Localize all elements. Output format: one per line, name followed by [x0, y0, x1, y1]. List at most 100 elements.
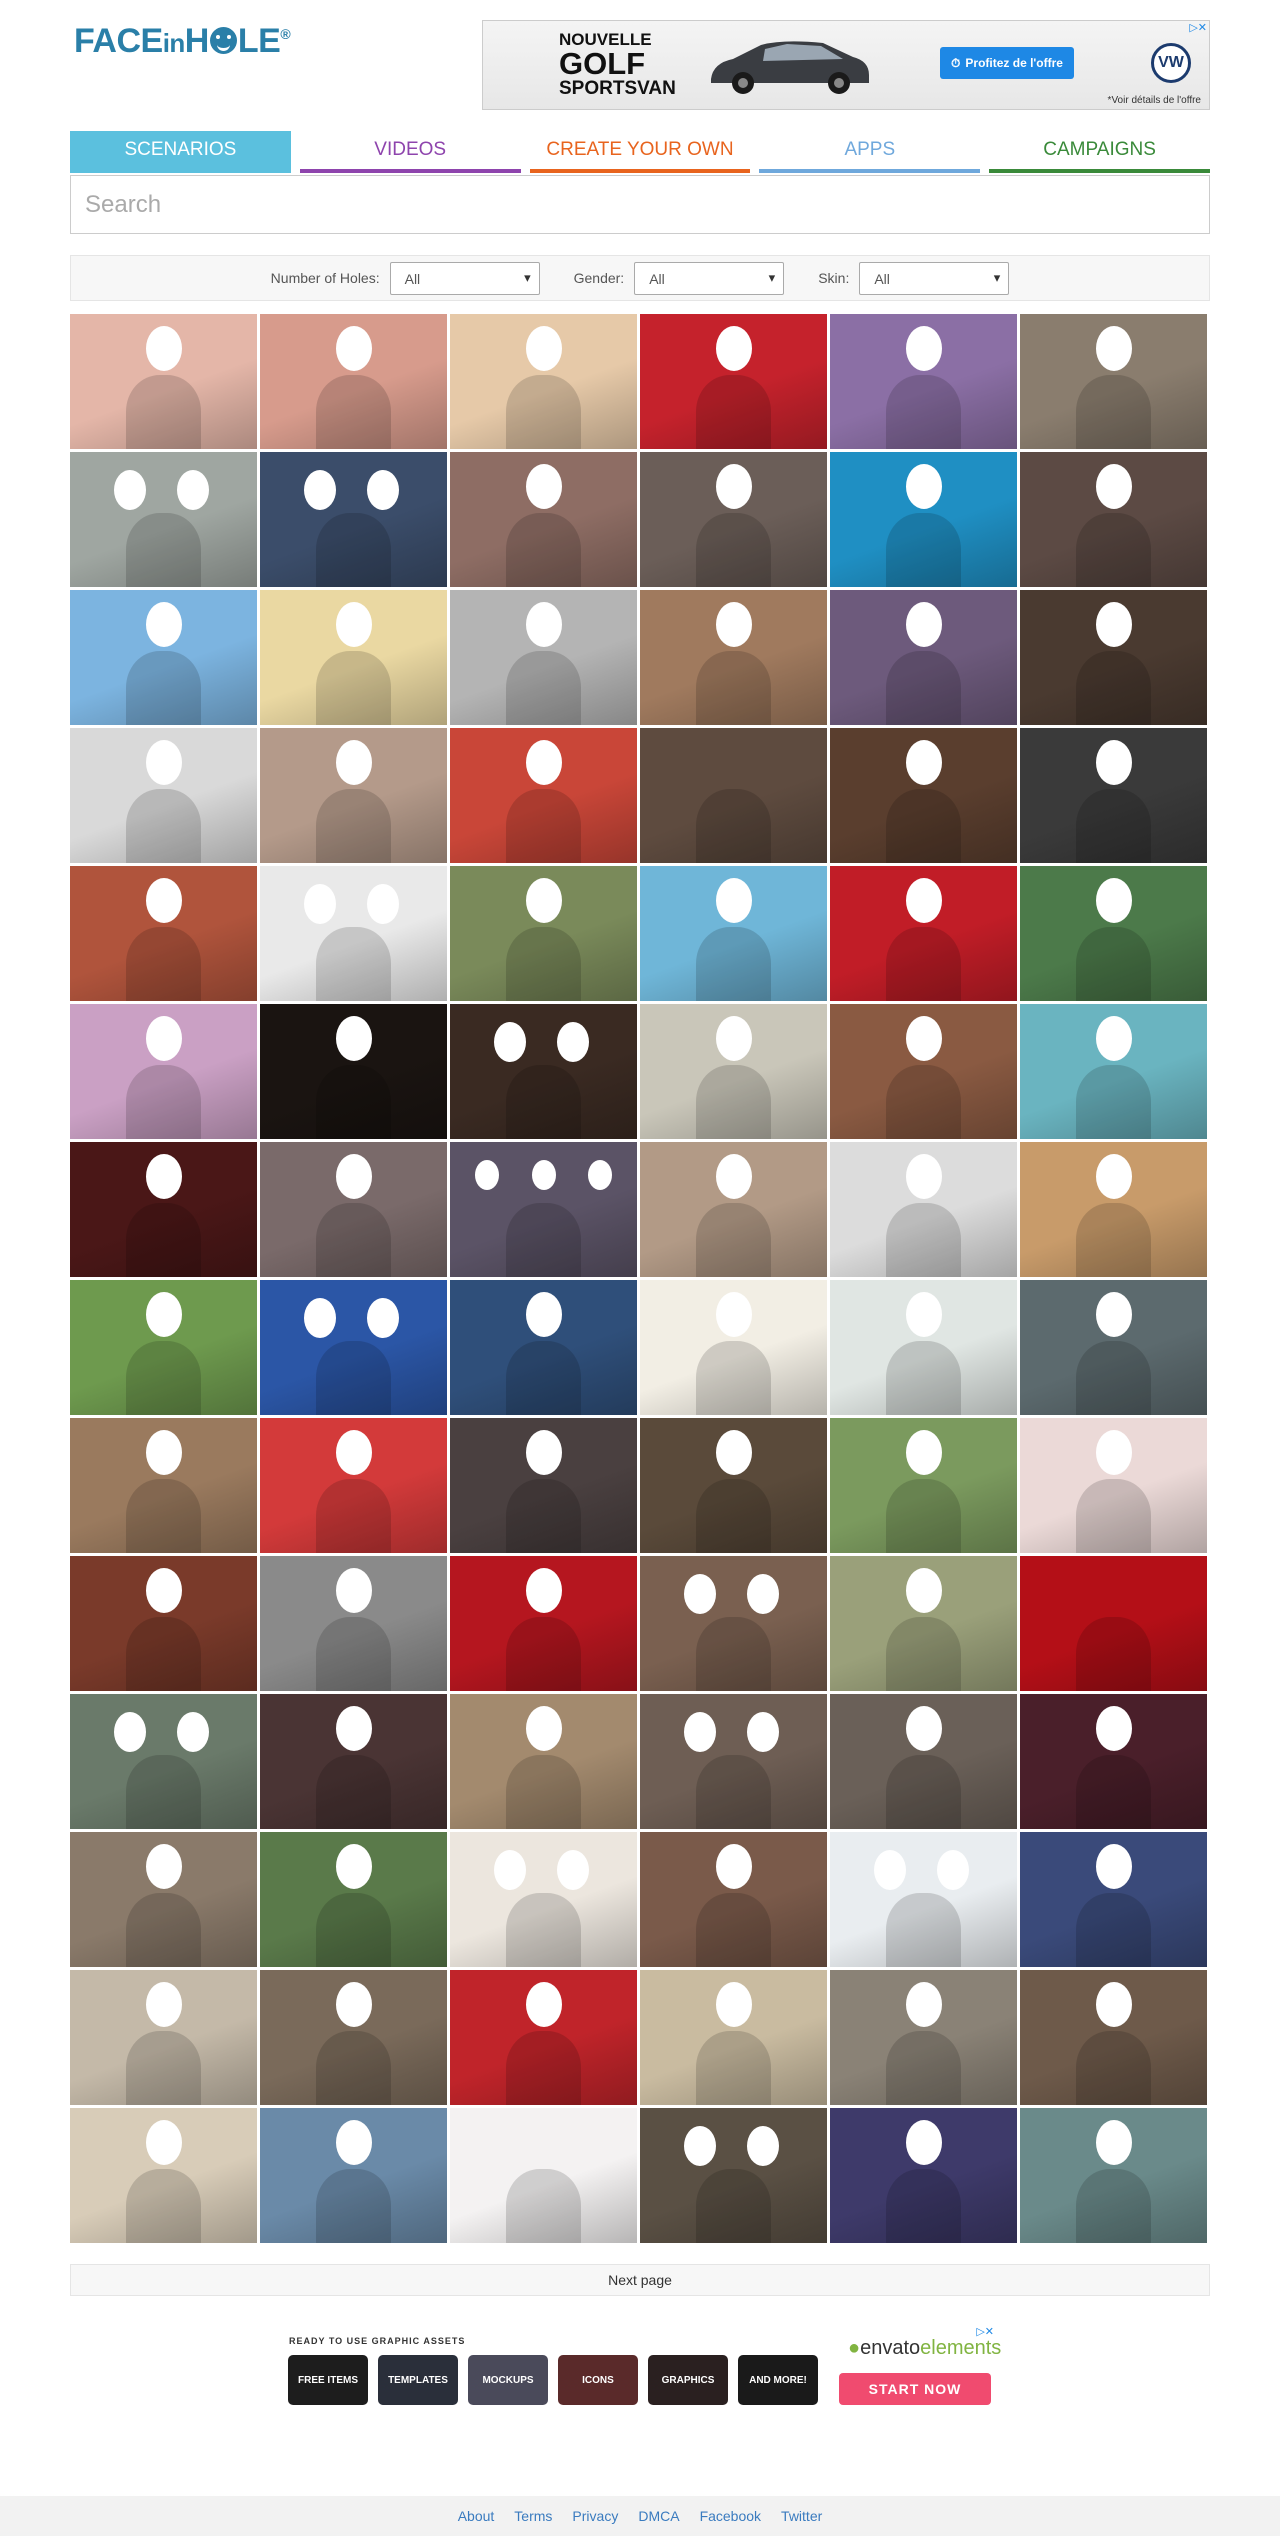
scenario-thumbnail[interactable] [260, 1004, 447, 1139]
asset-category-tile[interactable]: MOCKUPS [468, 2355, 548, 2405]
filter-select[interactable]: All [389, 261, 540, 295]
scenario-thumbnail[interactable] [450, 314, 637, 449]
asset-category-tile[interactable]: ICONS [558, 2355, 638, 2405]
scenario-thumbnail[interactable] [1020, 314, 1207, 449]
scenario-thumbnail[interactable] [1020, 1970, 1207, 2105]
scenario-thumbnail[interactable] [830, 590, 1017, 725]
scenario-thumbnail[interactable] [260, 1970, 447, 2105]
scenario-thumbnail[interactable] [1020, 1280, 1207, 1415]
next-page-button[interactable]: Next page [70, 2264, 1210, 2296]
scenario-thumbnail[interactable] [640, 1970, 827, 2105]
footer-link-facebook[interactable]: Facebook [700, 2508, 761, 2524]
scenario-thumbnail[interactable] [70, 1694, 257, 1829]
footer-link-about[interactable]: About [458, 2508, 495, 2524]
scenario-thumbnail[interactable] [450, 1694, 637, 1829]
adchoices-icon[interactable]: ▷✕ [1189, 21, 1207, 34]
scenario-thumbnail[interactable] [450, 1970, 637, 2105]
scenario-thumbnail[interactable] [640, 452, 827, 587]
scenario-thumbnail[interactable] [830, 728, 1017, 863]
scenario-thumbnail[interactable] [1020, 2108, 1207, 2243]
scenario-thumbnail[interactable] [1020, 866, 1207, 1001]
scenario-thumbnail[interactable] [260, 728, 447, 863]
scenario-thumbnail[interactable] [450, 728, 637, 863]
scenario-thumbnail[interactable] [1020, 728, 1207, 863]
scenario-thumbnail[interactable] [70, 1970, 257, 2105]
scenario-thumbnail[interactable] [450, 1556, 637, 1691]
scenario-thumbnail[interactable] [70, 452, 257, 587]
scenario-thumbnail[interactable] [830, 1970, 1017, 2105]
scenario-thumbnail[interactable] [70, 1142, 257, 1277]
scenario-thumbnail[interactable] [1020, 1004, 1207, 1139]
scenario-thumbnail[interactable] [640, 590, 827, 725]
scenario-thumbnail[interactable] [70, 1418, 257, 1553]
scenario-thumbnail[interactable] [830, 1004, 1017, 1139]
scenario-thumbnail[interactable] [830, 1142, 1017, 1277]
scenario-thumbnail[interactable] [640, 728, 827, 863]
start-now-button[interactable]: START NOW [839, 2373, 991, 2405]
ad-cta-button[interactable]: ⏱ Profitez de l'offre [940, 47, 1074, 79]
scenario-thumbnail[interactable] [260, 1280, 447, 1415]
scenario-thumbnail[interactable] [70, 1832, 257, 1967]
tab-apps[interactable]: APPS [759, 131, 981, 173]
scenario-thumbnail[interactable] [260, 1556, 447, 1691]
scenario-thumbnail[interactable] [70, 1280, 257, 1415]
scenario-thumbnail[interactable] [640, 1142, 827, 1277]
scenario-thumbnail[interactable] [1020, 1694, 1207, 1829]
bottom-banner-ad[interactable]: READY TO USE GRAPHIC ASSETS FREE ITEMS TE… [280, 2325, 1008, 2415]
scenario-thumbnail[interactable] [260, 1832, 447, 1967]
scenario-thumbnail[interactable] [260, 590, 447, 725]
asset-category-tile[interactable]: TEMPLATES [378, 2355, 458, 2405]
scenario-thumbnail[interactable] [830, 2108, 1017, 2243]
scenario-thumbnail[interactable] [830, 314, 1017, 449]
tab-campaigns[interactable]: CAMPAIGNS [989, 131, 1210, 173]
scenario-thumbnail[interactable] [70, 2108, 257, 2243]
site-logo[interactable]: FACEinH LE® [74, 22, 291, 61]
scenario-thumbnail[interactable] [1020, 452, 1207, 587]
tab-create-your-own[interactable]: CREATE YOUR OWN [529, 131, 751, 173]
asset-category-tile[interactable]: GRAPHICS [648, 2355, 728, 2405]
scenario-thumbnail[interactable] [830, 452, 1017, 587]
scenario-thumbnail[interactable] [640, 1556, 827, 1691]
scenario-thumbnail[interactable] [640, 1832, 827, 1967]
scenario-thumbnail[interactable] [1020, 1556, 1207, 1691]
footer-link-terms[interactable]: Terms [514, 2508, 552, 2524]
scenario-thumbnail[interactable] [1020, 1142, 1207, 1277]
scenario-thumbnail[interactable] [640, 1418, 827, 1553]
scenario-thumbnail[interactable] [640, 314, 827, 449]
scenario-thumbnail[interactable] [830, 1556, 1017, 1691]
scenario-thumbnail[interactable] [70, 1004, 257, 1139]
scenario-thumbnail[interactable] [260, 1418, 447, 1553]
scenario-thumbnail[interactable] [450, 1418, 637, 1553]
scenario-thumbnail[interactable] [450, 590, 637, 725]
scenario-thumbnail[interactable] [830, 866, 1017, 1001]
filter-select[interactable]: All [634, 261, 785, 295]
scenario-thumbnail[interactable] [640, 1004, 827, 1139]
scenario-thumbnail[interactable] [450, 1832, 637, 1967]
scenario-thumbnail[interactable] [1020, 590, 1207, 725]
scenario-thumbnail[interactable] [450, 2108, 637, 2243]
footer-link-twitter[interactable]: Twitter [781, 2508, 822, 2524]
scenario-thumbnail[interactable] [830, 1832, 1017, 1967]
scenario-thumbnail[interactable] [260, 314, 447, 449]
scenario-thumbnail[interactable] [260, 2108, 447, 2243]
scenario-thumbnail[interactable] [450, 866, 637, 1001]
scenario-thumbnail[interactable] [640, 2108, 827, 2243]
scenario-thumbnail[interactable] [70, 314, 257, 449]
scenario-thumbnail[interactable] [640, 866, 827, 1001]
scenario-thumbnail[interactable] [640, 1694, 827, 1829]
scenario-thumbnail[interactable] [830, 1694, 1017, 1829]
scenario-thumbnail[interactable] [1020, 1832, 1207, 1967]
scenario-thumbnail[interactable] [260, 866, 447, 1001]
footer-link-dmca[interactable]: DMCA [638, 2508, 679, 2524]
scenario-thumbnail[interactable] [260, 1142, 447, 1277]
tab-scenarios[interactable]: SCENARIOS [70, 131, 291, 173]
scenario-thumbnail[interactable] [640, 1280, 827, 1415]
scenario-thumbnail[interactable] [830, 1418, 1017, 1553]
scenario-thumbnail[interactable] [70, 590, 257, 725]
scenario-thumbnail[interactable] [1020, 1418, 1207, 1553]
scenario-thumbnail[interactable] [830, 1280, 1017, 1415]
search-input[interactable] [70, 175, 1210, 234]
asset-category-tile[interactable]: FREE ITEMS [288, 2355, 368, 2405]
scenario-thumbnail[interactable] [450, 1142, 637, 1277]
filter-select[interactable]: All [859, 261, 1010, 295]
